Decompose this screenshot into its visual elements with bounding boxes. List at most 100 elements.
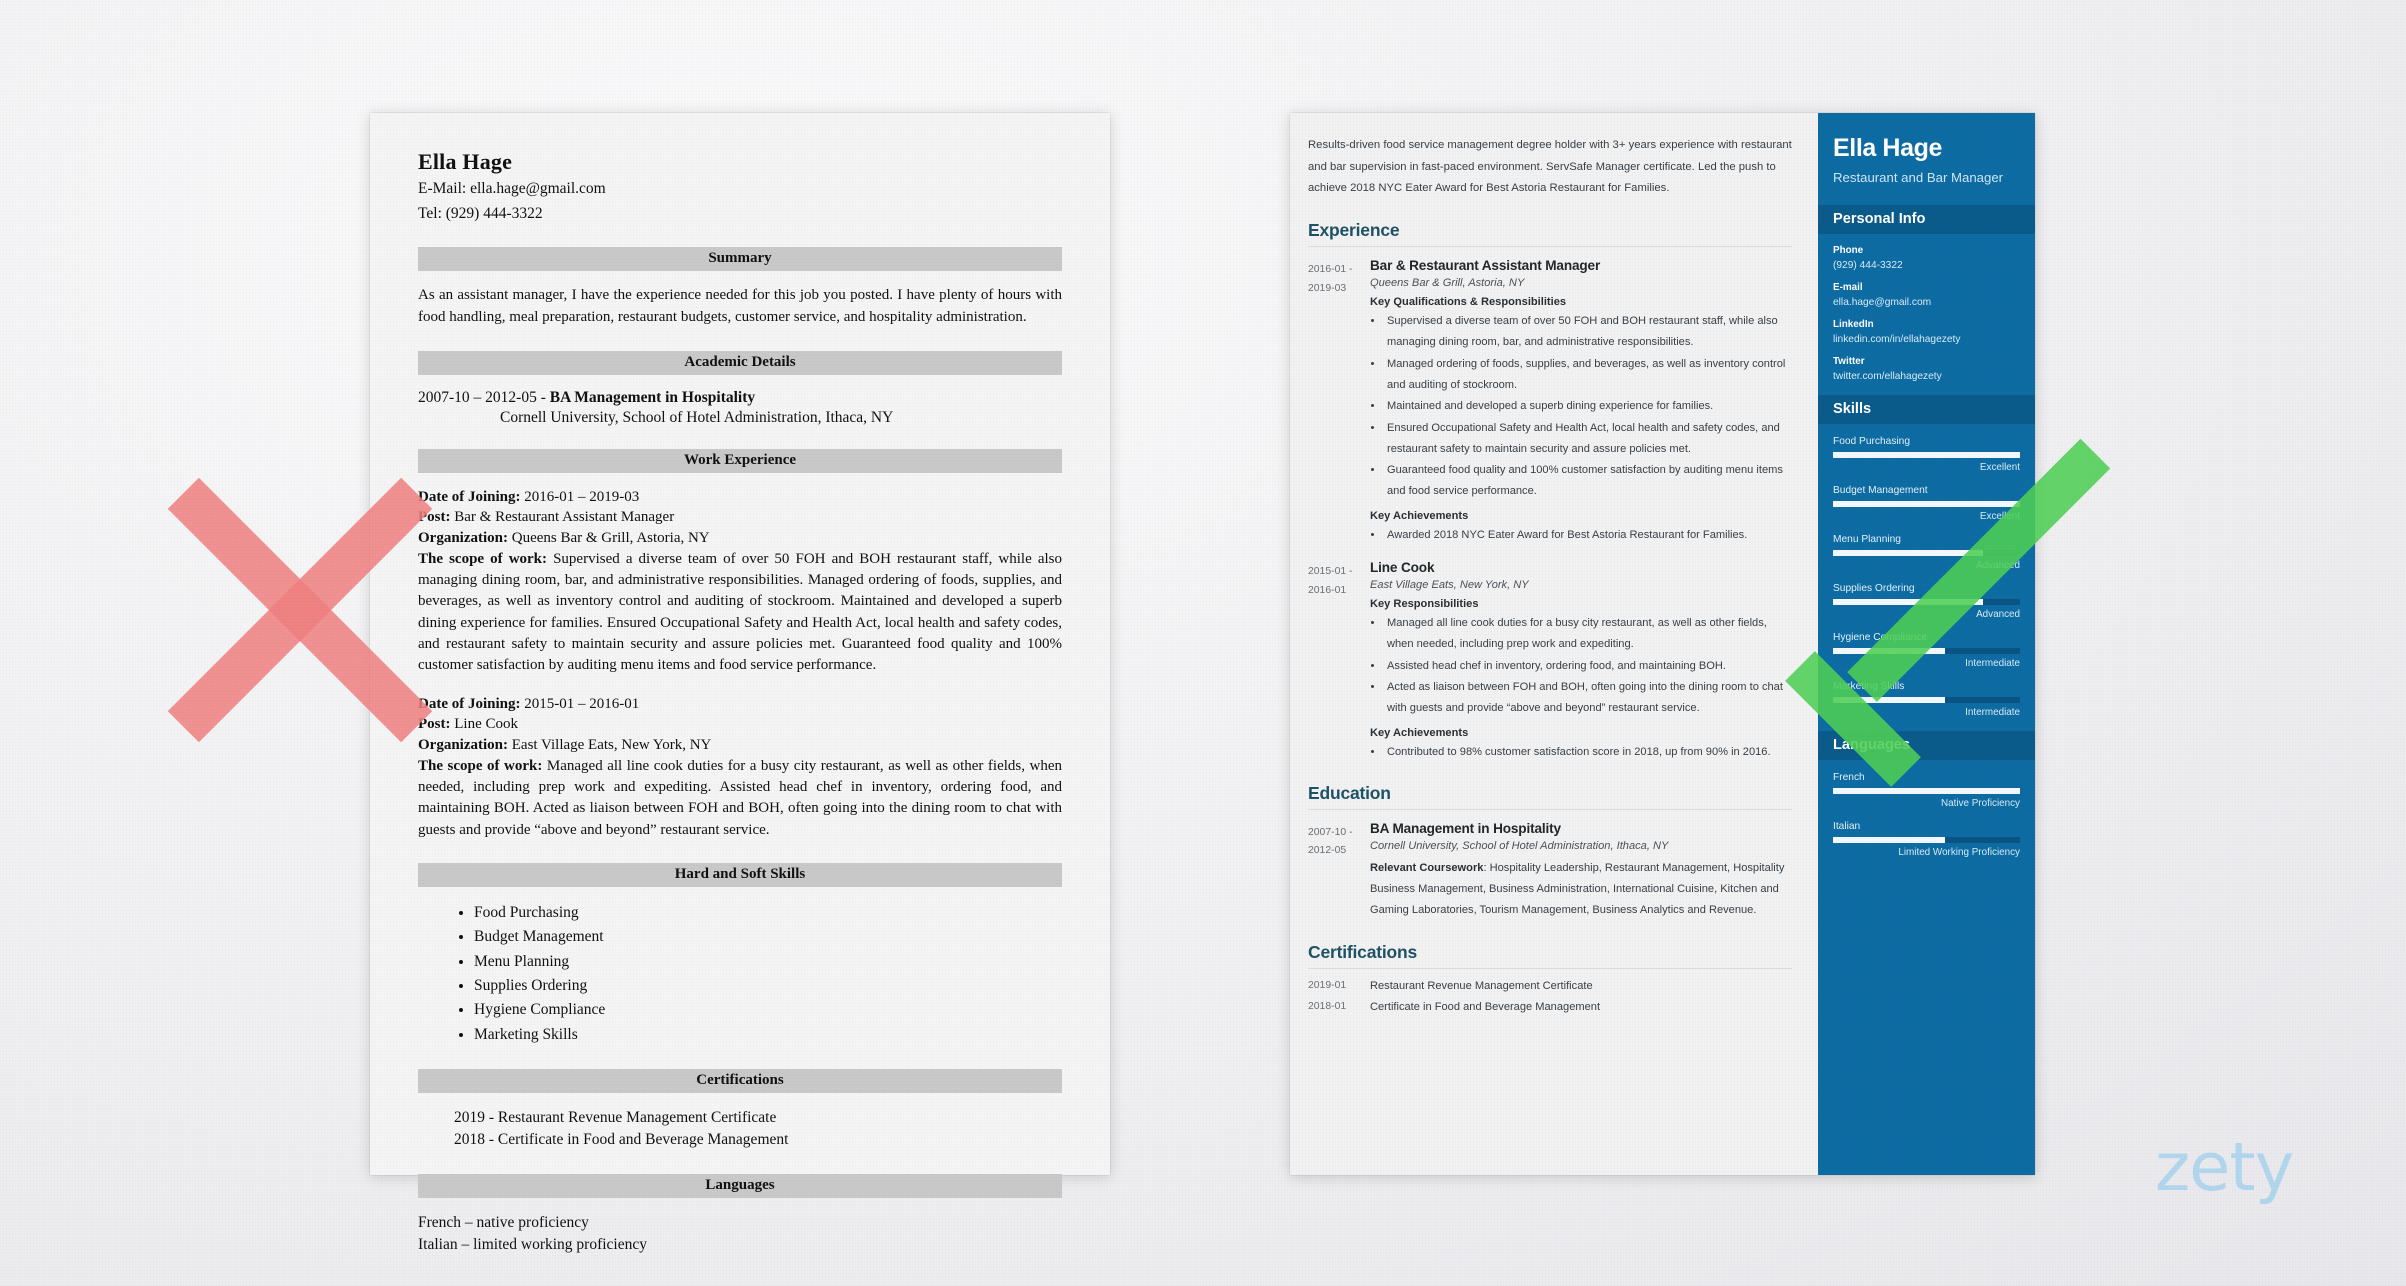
bad-education-dates: 2007-10 – 2012-05 - <box>418 388 550 406</box>
bad-skill-item: Food Purchasing <box>474 901 1062 925</box>
sidebar-contact-label: Phone <box>1833 244 1864 256</box>
good-job-sublabel: Key Achievements <box>1370 726 1469 739</box>
good-job-role: Line Cook <box>1370 560 1435 576</box>
sidebar-language-name: Italian <box>1833 820 1861 832</box>
sidebar-contacts: Phone (929) 444-3322 E-mail ella.hage@gmail… <box>1818 245 2035 382</box>
bad-job-value: Line Cook <box>454 716 518 733</box>
bad-job-line: Organization: Queens Bar & Grill, Astori… <box>418 528 1062 549</box>
bad-certification-item: 2019 - Restaurant Revenue Management Cer… <box>454 1108 777 1126</box>
sidebar-skill-bar <box>1833 451 2020 458</box>
bad-languages-list: French – native proficiency Italian – lim… <box>418 1212 1062 1256</box>
bad-language-item: French – native proficiency <box>418 1214 589 1232</box>
sidebar-name: Ella Hage <box>1833 134 1942 162</box>
heading-rule <box>1308 967 1792 969</box>
good-job-bullets: Supervised a diverse team of over 50 FOH… <box>1384 311 1792 503</box>
sidebar-language-bar <box>1833 787 2020 794</box>
sidebar-language-bar-fill <box>1833 836 1946 843</box>
coursework-label: Relevant Coursework <box>1370 861 1484 874</box>
good-education-dates: 2007-10 - 2012-05 <box>1308 821 1370 922</box>
good-education-school: Cornell University, School of Hotel Admi… <box>1370 839 1669 852</box>
good-education-entry: 2007-10 - 2012-05 BA Management in Hospi… <box>1308 821 1792 922</box>
sidebar-language-name: French <box>1833 771 1865 783</box>
good-job-org: Queens Bar & Grill, Astoria, NY <box>1370 277 1525 290</box>
sidebar-skill-bar-fill <box>1833 451 2020 458</box>
good-experience-dates: 2016-01 - 2019-03 <box>1308 258 1370 546</box>
heading-rule <box>1308 808 1792 810</box>
good-certifications-heading: Certifications <box>1308 941 1418 962</box>
good-certification-row: 2019-01 Restaurant Revenue Management Cer… <box>1308 980 1792 992</box>
good-experience-dates: 2015-01 - 2016-01 <box>1308 560 1370 763</box>
sidebar-contact-value: ella.hage@gmail.com <box>1833 296 1932 308</box>
bad-resume-phone: Tel: (929) 444-3322 <box>418 205 543 222</box>
good-job-bullets: Contributed to 98% customer satisfaction… <box>1384 742 1792 763</box>
good-certification-date: 2018-01 <box>1308 1000 1347 1012</box>
bad-resume-page: Ella Hage E-Mail: ella.hage@gmail.com Te… <box>370 113 1110 1253</box>
bad-job-scope: The scope of work: Supervised a diverse … <box>418 549 1062 677</box>
bad-skill-item: Hygiene Compliance <box>474 998 1062 1022</box>
good-experience-content: Line Cook East Village Eats, New York, NY… <box>1370 560 1792 763</box>
bad-certification-item: 2018 - Certificate in Food and Beverage … <box>454 1131 789 1149</box>
good-job-org: East Village Eats, New York, NY <box>1370 579 1529 592</box>
good-experience-entry: 2016-01 - 2019-03 Bar & Restaurant Assista… <box>1308 258 1792 546</box>
bad-skill-item: Budget Management <box>474 925 1062 949</box>
bad-job-line: Post: Bar & Restaurant Assistant Manager <box>418 507 1062 528</box>
good-job-bullet: Awarded 2018 NYC Eater Award for Best As… <box>1384 525 1792 546</box>
bad-section-work-heading: Work Experience <box>418 448 1062 473</box>
bad-job-value: Queens Bar & Grill, Astoria, NY <box>511 530 710 547</box>
good-certification-date: 2019-01 <box>1308 979 1347 991</box>
bad-job-scope: The scope of work: Managed all line cook… <box>418 756 1062 841</box>
bad-education-degree: BA Management in Hospitality <box>549 388 756 406</box>
sidebar-contact-value: (929) 444-3322 <box>1833 259 1903 271</box>
good-education-content: BA Management in Hospitality Cornell Uni… <box>1370 821 1792 922</box>
sidebar-contact-value: twitter.com/ellahagezety <box>1833 370 1942 382</box>
good-job-bullet: Maintained and developed a superb dining… <box>1384 396 1792 417</box>
sidebar-skill-name: Food Purchasing <box>1833 435 1911 447</box>
good-certification-row: 2018-01 Certificate in Food and Beverage … <box>1308 1001 1792 1013</box>
x-cross-icon <box>150 460 450 760</box>
good-job-bullets: Managed all line cook duties for a busy … <box>1384 613 1792 719</box>
bad-job-entry: Date of Joining: 2016-01 – 2019-03 Post: … <box>418 487 1062 677</box>
check-mark-icon <box>1785 438 2130 787</box>
good-certification-title: Restaurant Revenue Management Certificat… <box>1370 979 1593 992</box>
date-to: 2016-01 <box>1308 584 1347 596</box>
bad-skill-item: Supplies Ordering <box>474 974 1062 998</box>
sidebar-language-bar <box>1833 836 2020 843</box>
bad-skills-list: Food PurchasingBudget ManagementMenu Pla… <box>474 901 1062 1047</box>
date-to: 2019-03 <box>1308 282 1347 294</box>
sidebar-languages: French Native Proficiency Italian Limited W… <box>1818 772 2035 858</box>
bad-job-scope-text: Supervised a diverse team of over 50 FOH… <box>418 550 1062 674</box>
bad-section-skills-heading: Hard and Soft Skills <box>418 862 1062 887</box>
good-summary-text: Results-driven food service management d… <box>1308 139 1792 195</box>
zety-logo: zety <box>2155 1128 2294 1206</box>
good-job-bullet: Contributed to 98% customer satisfaction… <box>1384 742 1792 763</box>
sidebar-personal-info-heading: Personal Info <box>1818 204 2035 234</box>
good-experience-entry: 2015-01 - 2016-01 Line Cook East Village Ea… <box>1308 560 1792 763</box>
bad-education-line: 2007-10 – 2012-05 - BA Management in Hos… <box>418 389 1062 407</box>
sidebar-skills-heading: Skills <box>1818 394 2035 424</box>
good-job-bullet: Assisted head chef in inventory, orderin… <box>1384 656 1792 677</box>
good-job-bullet: Managed all line cook duties for a busy … <box>1384 613 1792 656</box>
good-certification-title: Certificate in Food and Beverage Managem… <box>1370 1000 1601 1013</box>
bad-job-value: 2015-01 – 2016-01 <box>524 695 640 712</box>
bad-section-langs-heading: Languages <box>418 1174 1062 1199</box>
date-from: 2007-10 - <box>1308 826 1353 838</box>
sidebar-contact-label: E-mail <box>1833 281 1863 293</box>
good-education-coursework: Relevant Coursework: Hospitality Leaders… <box>1370 858 1792 922</box>
good-experience-content: Bar & Restaurant Assistant Manager Queens… <box>1370 258 1792 546</box>
good-education-degree: BA Management in Hospitality <box>1370 820 1561 836</box>
good-job-bullet: Ensured Occupational Safety and Health A… <box>1384 418 1792 461</box>
bad-skill-item: Marketing Skills <box>474 1023 1062 1047</box>
bad-job-value: 2016-01 – 2019-03 <box>524 488 640 505</box>
bad-certifications-list: 2019 - Restaurant Revenue Management Cer… <box>418 1107 1062 1152</box>
bad-skill-item: Menu Planning <box>474 950 1062 974</box>
bad-language-item: Italian – limited working proficiency <box>418 1236 647 1254</box>
good-job-bullets: Awarded 2018 NYC Eater Award for Best As… <box>1384 525 1792 546</box>
date-to: 2012-05 <box>1308 845 1347 857</box>
good-experience-heading: Experience <box>1308 220 1400 241</box>
bad-section-certs-heading: Certifications <box>418 1068 1062 1093</box>
heading-rule <box>1308 246 1792 248</box>
bad-education-school: Cornell University, School of Hotel Admi… <box>500 408 894 426</box>
good-job-bullet: Acted as liaison between FOH and BOH, of… <box>1384 677 1792 720</box>
bad-job-line: Date of Joining: 2015-01 – 2016-01 <box>418 694 1062 715</box>
